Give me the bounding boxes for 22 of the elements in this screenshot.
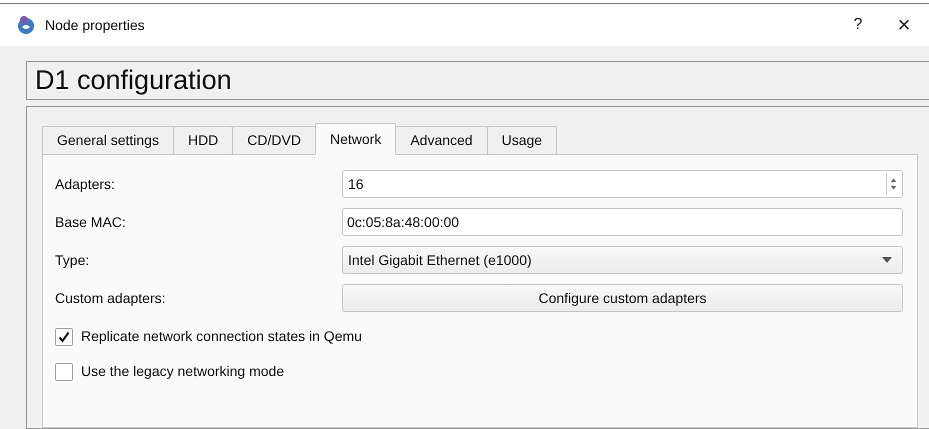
window-title: Node properties: [45, 16, 145, 35]
checkbox-label: Use the legacy networking mode: [81, 362, 284, 381]
app-logo-icon: [16, 15, 36, 35]
checkbox[interactable]: [55, 362, 73, 380]
field-label: Type:: [55, 250, 90, 270]
checkbox-label: Replicate network connection states in Qemu: [81, 327, 362, 346]
dropdown-arrow-icon: [882, 257, 892, 263]
checkmark-icon: [58, 330, 70, 342]
configuration-heading: D1 configuration: [35, 64, 232, 98]
help-button[interactable]: ?: [843, 13, 873, 37]
mac-input-field[interactable]: 0c:05:8a:48:00:00: [342, 208, 903, 236]
tab[interactable]: Network: [314, 123, 396, 155]
tab[interactable]: Usage: [486, 126, 558, 155]
field-label: Base MAC:: [55, 212, 127, 232]
checkbox[interactable]: [55, 328, 73, 346]
tab[interactable]: General settings: [42, 126, 174, 155]
field-label: Custom adapters:: [55, 288, 166, 308]
field-label: Adapters:: [55, 174, 116, 194]
configure-button[interactable]: Configure custom adapters: [342, 284, 903, 312]
type-dropdown[interactable]: Intel Gigabit Ethernet (e1000): [342, 246, 903, 274]
adapters-spinbox[interactable]: 16: [342, 170, 903, 198]
close-button[interactable]: ×: [889, 14, 919, 36]
